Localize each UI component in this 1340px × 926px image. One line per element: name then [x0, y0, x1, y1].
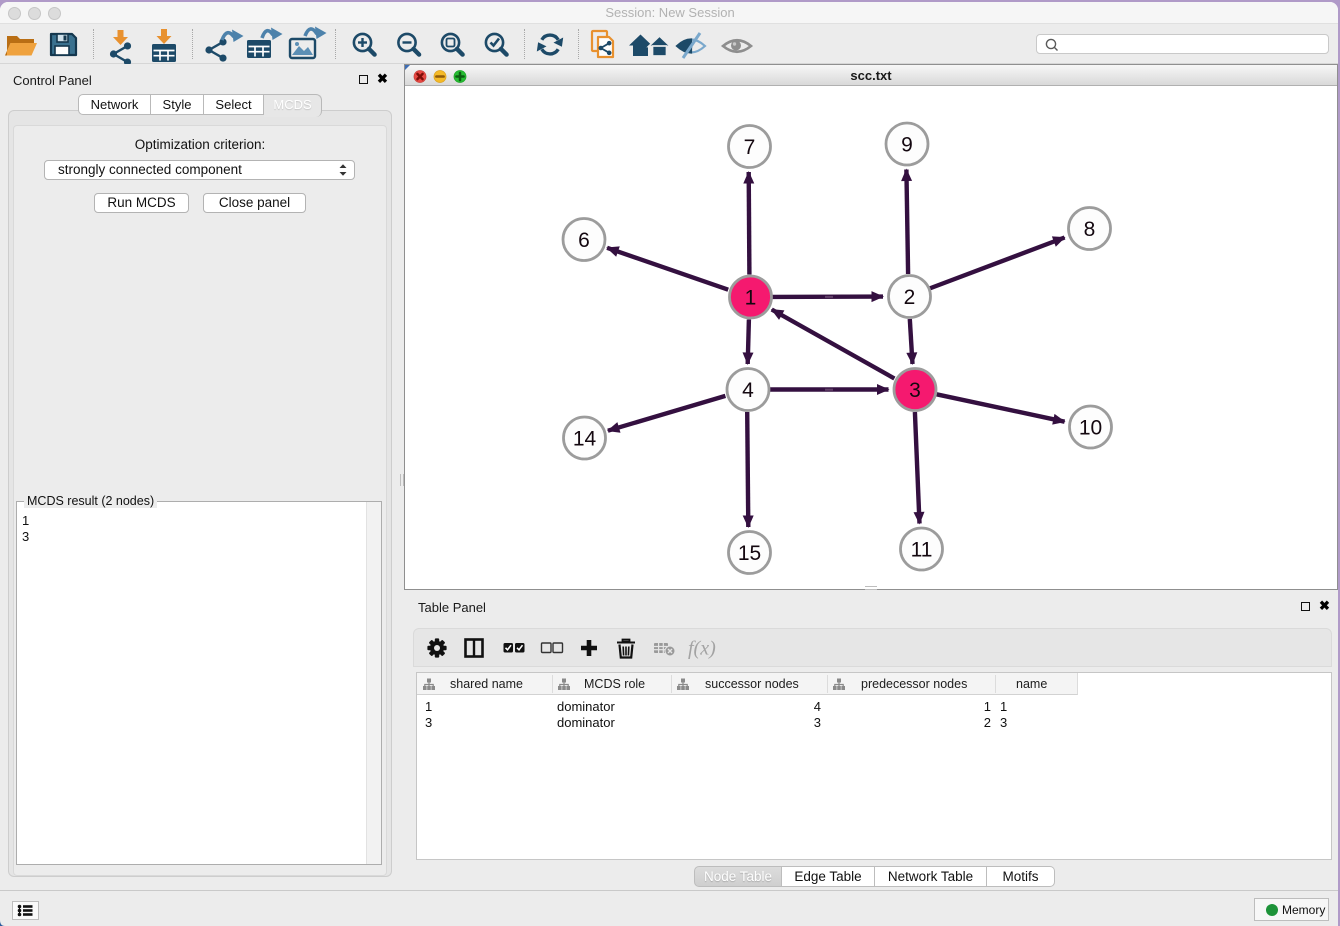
svg-text:14: 14	[573, 428, 597, 451]
svg-text:11: 11	[911, 539, 933, 562]
svg-text:15: 15	[738, 542, 761, 565]
svg-text:1: 1	[745, 287, 757, 310]
svg-text:4: 4	[742, 379, 754, 402]
svg-text:9: 9	[901, 134, 913, 157]
svg-text:10: 10	[1079, 417, 1102, 440]
svg-text:3: 3	[909, 379, 921, 402]
svg-text:6: 6	[578, 229, 590, 252]
svg-text:2: 2	[904, 286, 916, 309]
svg-text:7: 7	[744, 136, 756, 159]
svg-text:8: 8	[1084, 218, 1096, 241]
svg-text:f(x): f(x)	[688, 638, 716, 660]
